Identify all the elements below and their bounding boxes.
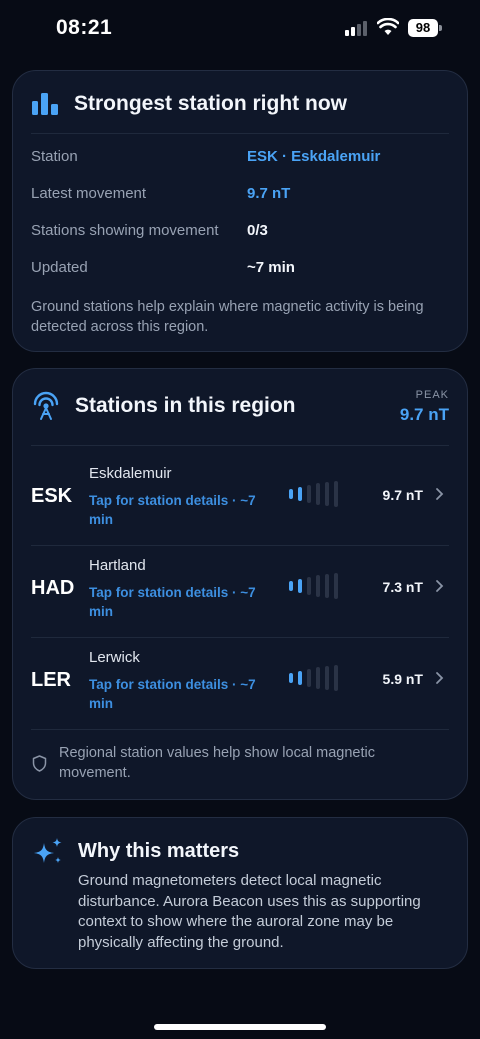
battery-tip [439,25,442,31]
station-code: LER [31,669,71,691]
station-code: HAD [31,577,75,599]
region-stations-card: Stations in this region PEAK 9.7 nT ESK … [12,368,468,800]
level-bar [298,487,302,501]
divider [31,445,449,446]
level-bar [334,573,338,599]
level-bar [298,579,302,593]
level-bar [316,575,320,597]
level-bar [325,482,329,506]
station-details-link[interactable]: Tap for station details · ~7 min [89,583,275,621]
strongest-note: Ground stations help explain where magne… [31,299,424,335]
level-bar [298,671,302,685]
strongest-title: Strongest station right now [74,92,347,115]
chevron-right-icon [436,672,444,684]
shield-icon [32,755,47,772]
station-value: ESK · Eskdalemuir [247,148,381,165]
chevron-right-icon [436,488,444,500]
chevron-right-icon [436,580,444,592]
status-bar: 08:21 98 [0,0,480,56]
updated-value: ~7 min [247,259,295,276]
level-bar [289,673,293,683]
station-row-esk[interactable]: ESK Eskdalemuir Tap for station details … [13,453,469,545]
station-label: Station [31,148,78,165]
level-bar [307,577,311,595]
latest-movement-label: Latest movement [31,185,147,202]
level-bar [334,665,338,691]
station-value: 5.9 nT [382,671,423,687]
cellular-signal-icon [345,20,371,36]
wifi-icon [377,18,399,35]
why-card: Why this matters Ground magnetometers de… [12,817,468,969]
station-code: ESK [31,485,73,507]
station-name: Hartland [89,557,146,574]
signal-level-meter [289,665,343,691]
level-bar [289,581,293,591]
station-row-ler[interactable]: LER Lerwick Tap for station details · ~7… [13,637,469,729]
station-value: 9.7 nT [382,487,423,503]
level-bar [307,485,311,503]
level-bar [325,666,329,690]
why-title: Why this matters [78,840,240,862]
station-row-had[interactable]: HAD Hartland Tap for station details · ~… [13,545,469,637]
antenna-icon [33,391,59,420]
why-body: Ground magnetometers detect local magnet… [78,872,421,951]
divider [31,133,449,134]
battery-icon: 98 [408,19,438,37]
level-bar [316,483,320,505]
divider [31,729,449,730]
level-bar [325,574,329,598]
home-indicator[interactable] [154,1024,326,1030]
signal-level-meter [289,573,343,599]
peak-label: PEAK [415,389,449,401]
stations-moving-value: 0/3 [247,222,268,239]
strongest-station-card: Strongest station right now Station ESK … [12,70,468,352]
station-details-link[interactable]: Tap for station details · ~7 min [89,491,275,529]
station-name: Lerwick [89,649,140,666]
level-bar [334,481,338,507]
level-bar [307,669,311,687]
updated-label: Updated [31,259,88,276]
sparkles-icon [34,838,62,863]
region-title: Stations in this region [75,394,296,417]
level-bar [316,667,320,689]
peak-value: 9.7 nT [399,405,449,424]
station-value: 7.3 nT [382,579,423,595]
region-footnote: Regional station values help show local … [59,745,375,781]
status-time: 08:21 [56,16,113,39]
bar-chart-icon [32,93,58,115]
level-bar [289,489,293,499]
station-details-link[interactable]: Tap for station details · ~7 min [89,675,275,713]
latest-movement-value: 9.7 nT [247,185,291,202]
station-name: Eskdalemuir [89,465,172,482]
signal-level-meter [289,481,343,507]
stations-moving-label: Stations showing movement [31,222,219,239]
